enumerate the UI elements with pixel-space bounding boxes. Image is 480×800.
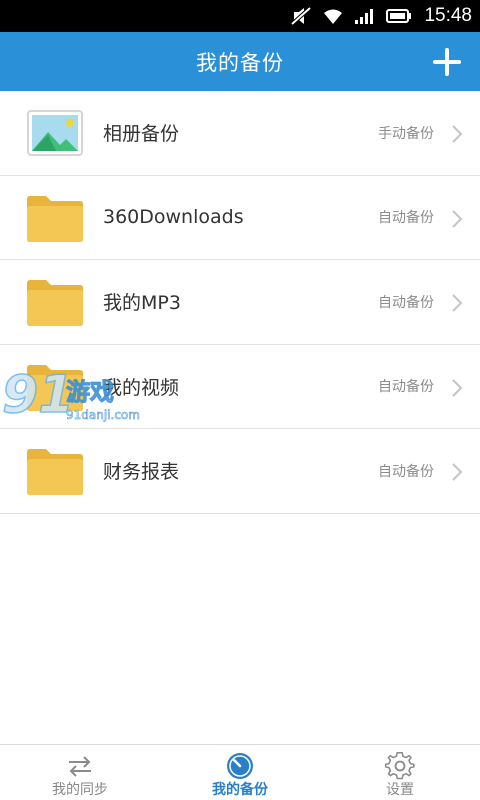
sync-icon (65, 751, 95, 781)
list-item-financial-reports[interactable]: 财务报表 自动备份 (0, 429, 480, 514)
chevron-right-icon (450, 293, 464, 313)
wifi-icon (322, 7, 344, 25)
screen: 15:48 我的备份 相册备份 手动备份 360Downloads 自动备份 我… (0, 0, 480, 800)
album-icon (26, 108, 84, 158)
list-item-my-mp3[interactable]: 我的MP3 自动备份 (0, 260, 480, 345)
status-time: 15:48 (424, 5, 472, 26)
tab-my-sync[interactable]: 我的同步 (0, 745, 160, 800)
list-item-label: 我的MP3 (103, 292, 181, 315)
folder-icon (26, 277, 84, 327)
title-bar: 我的备份 (0, 32, 480, 91)
mute-icon (290, 6, 312, 26)
page-title: 我的备份 (196, 50, 284, 75)
chevron-right-icon (450, 462, 464, 482)
tab-label: 我的同步 (52, 782, 108, 798)
chevron-right-icon (450, 124, 464, 144)
list-item-label: 财务报表 (103, 461, 180, 484)
list-item-label: 我的视频 (103, 376, 180, 399)
chevron-right-icon (450, 209, 464, 229)
folder-icon (26, 362, 84, 412)
folder-icon (26, 446, 84, 496)
chevron-right-icon (450, 378, 464, 398)
signal-icon (354, 7, 376, 25)
status-bar: 15:48 (0, 0, 480, 32)
backup-mode-label: 自动备份 (378, 210, 434, 227)
folder-icon (26, 193, 84, 243)
add-button[interactable] (430, 45, 464, 79)
backup-mode-label: 自动备份 (378, 294, 434, 311)
backup-list: 相册备份 手动备份 360Downloads 自动备份 我的MP3 自动备份 我… (0, 91, 480, 514)
battery-icon (386, 8, 412, 24)
backup-clock-icon (225, 751, 255, 781)
tab-my-backup[interactable]: 我的备份 (160, 745, 320, 800)
tab-settings[interactable]: 设置 (320, 745, 480, 800)
tab-label: 设置 (386, 782, 414, 798)
tab-label: 我的备份 (212, 782, 268, 798)
list-item-360downloads[interactable]: 360Downloads 自动备份 (0, 176, 480, 260)
list-item-label: 360Downloads (103, 206, 244, 229)
bottom-nav: 我的同步 我的备份 设置 (0, 744, 480, 800)
list-item-my-videos[interactable]: 我的视频 自动备份 (0, 345, 480, 429)
gear-icon (385, 751, 415, 781)
backup-mode-label: 自动备份 (378, 463, 434, 480)
list-item-label: 相册备份 (103, 123, 180, 146)
backup-mode-label: 手动备份 (378, 125, 434, 142)
backup-mode-label: 自动备份 (378, 379, 434, 396)
list-item-album-backup[interactable]: 相册备份 手动备份 (0, 91, 480, 176)
